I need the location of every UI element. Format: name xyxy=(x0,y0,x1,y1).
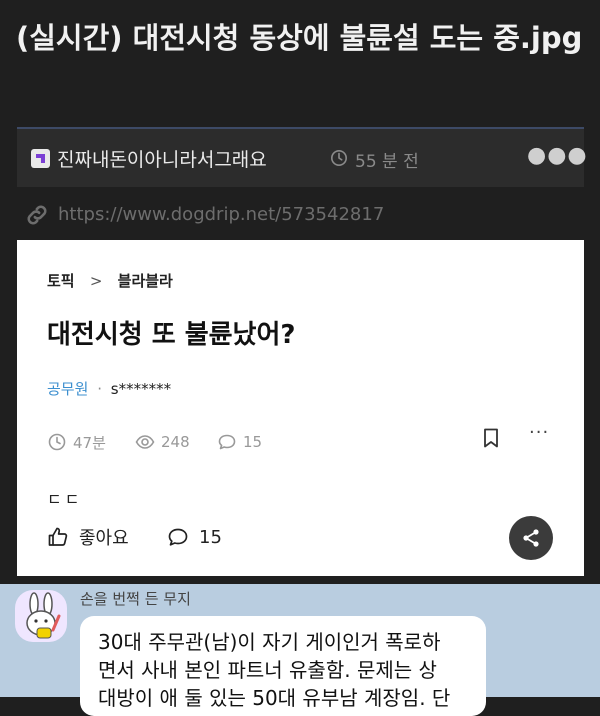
post-body-preview: ㄷㄷ xyxy=(47,490,83,509)
stat-time-value: 47분 xyxy=(73,433,106,452)
link-icon xyxy=(27,205,47,225)
comment-count: 15 xyxy=(199,526,222,548)
stat-views-value: 248 xyxy=(161,433,190,451)
post-meta-bar: 진짜내돈이아니라서그래요 55 분 전 ●●● xyxy=(17,127,587,187)
like-button[interactable]: 좋아요 xyxy=(47,522,129,552)
board-name-link[interactable]: 진짜내돈이아니라서그래요 xyxy=(57,145,267,172)
board-icon xyxy=(31,149,50,168)
chat-message-bubble: 30대 주무관(남)이 자기 게이인거 폭로하 면서 사내 본인 파트너 유출함… xyxy=(80,616,486,716)
chat-message-line: 대방이 애 둘 있는 50대 유부남 계장임. 단 xyxy=(98,686,451,710)
comment-icon xyxy=(218,434,236,450)
share-icon xyxy=(523,529,539,547)
thumbs-up-icon xyxy=(48,527,68,546)
breadcrumb-category[interactable]: 블라블라 xyxy=(118,272,173,290)
stat-views: 248 xyxy=(135,430,190,454)
stat-time: 47분 xyxy=(47,430,106,454)
share-button[interactable] xyxy=(509,516,553,560)
clock-icon xyxy=(48,433,66,451)
breadcrumb: 토픽 > 블라블라 xyxy=(47,270,173,291)
author-separator: · xyxy=(97,380,102,398)
card-more-button[interactable]: ··· xyxy=(529,422,549,443)
breadcrumb-separator: > xyxy=(89,272,103,290)
chat-sender-name: 손을 번쩍 든 무지 xyxy=(80,590,191,608)
comment-button[interactable]: 15 xyxy=(167,522,222,552)
comment-icon xyxy=(168,528,188,546)
clock-icon xyxy=(330,149,348,167)
stat-comments-value: 15 xyxy=(243,433,263,451)
breadcrumb-topic[interactable]: 토픽 xyxy=(47,272,75,290)
author-name: s******* xyxy=(110,380,172,398)
avatar xyxy=(15,590,67,642)
rabbit-character-icon xyxy=(26,592,61,639)
more-options-button[interactable]: ●●● xyxy=(527,145,588,167)
chat-message-line: 30대 주무관(남)이 자기 게이인거 폭로하 xyxy=(98,630,441,654)
post-title: (실시간) 대전시청 동상에 불륜설 도는 중.jpg xyxy=(16,21,583,55)
author-row: 공무원 · s******* xyxy=(47,378,171,399)
post-time-ago: 55 분 전 xyxy=(355,152,419,172)
like-label: 좋아요 xyxy=(79,528,129,549)
author-group[interactable]: 공무원 xyxy=(47,380,88,398)
chat-message-line: 면서 사내 본인 파트너 유출함. 문제는 상 xyxy=(98,658,437,682)
source-url[interactable]: https://www.dogdrip.net/573542817 xyxy=(58,204,384,225)
eye-icon xyxy=(135,435,155,449)
stat-comments: 15 xyxy=(217,430,262,454)
chat-screenshot: 손을 번쩍 든 무지 30대 주무관(남)이 자기 게이인거 폭로하 면서 사내… xyxy=(0,584,600,716)
embedded-post-title: 대전시청 또 불륜났어? xyxy=(47,320,296,350)
embedded-screenshot-card: 토픽 > 블라블라 대전시청 또 불륜났어? 공무원 · s******* 47… xyxy=(17,240,584,576)
bookmark-icon[interactable] xyxy=(480,427,502,449)
